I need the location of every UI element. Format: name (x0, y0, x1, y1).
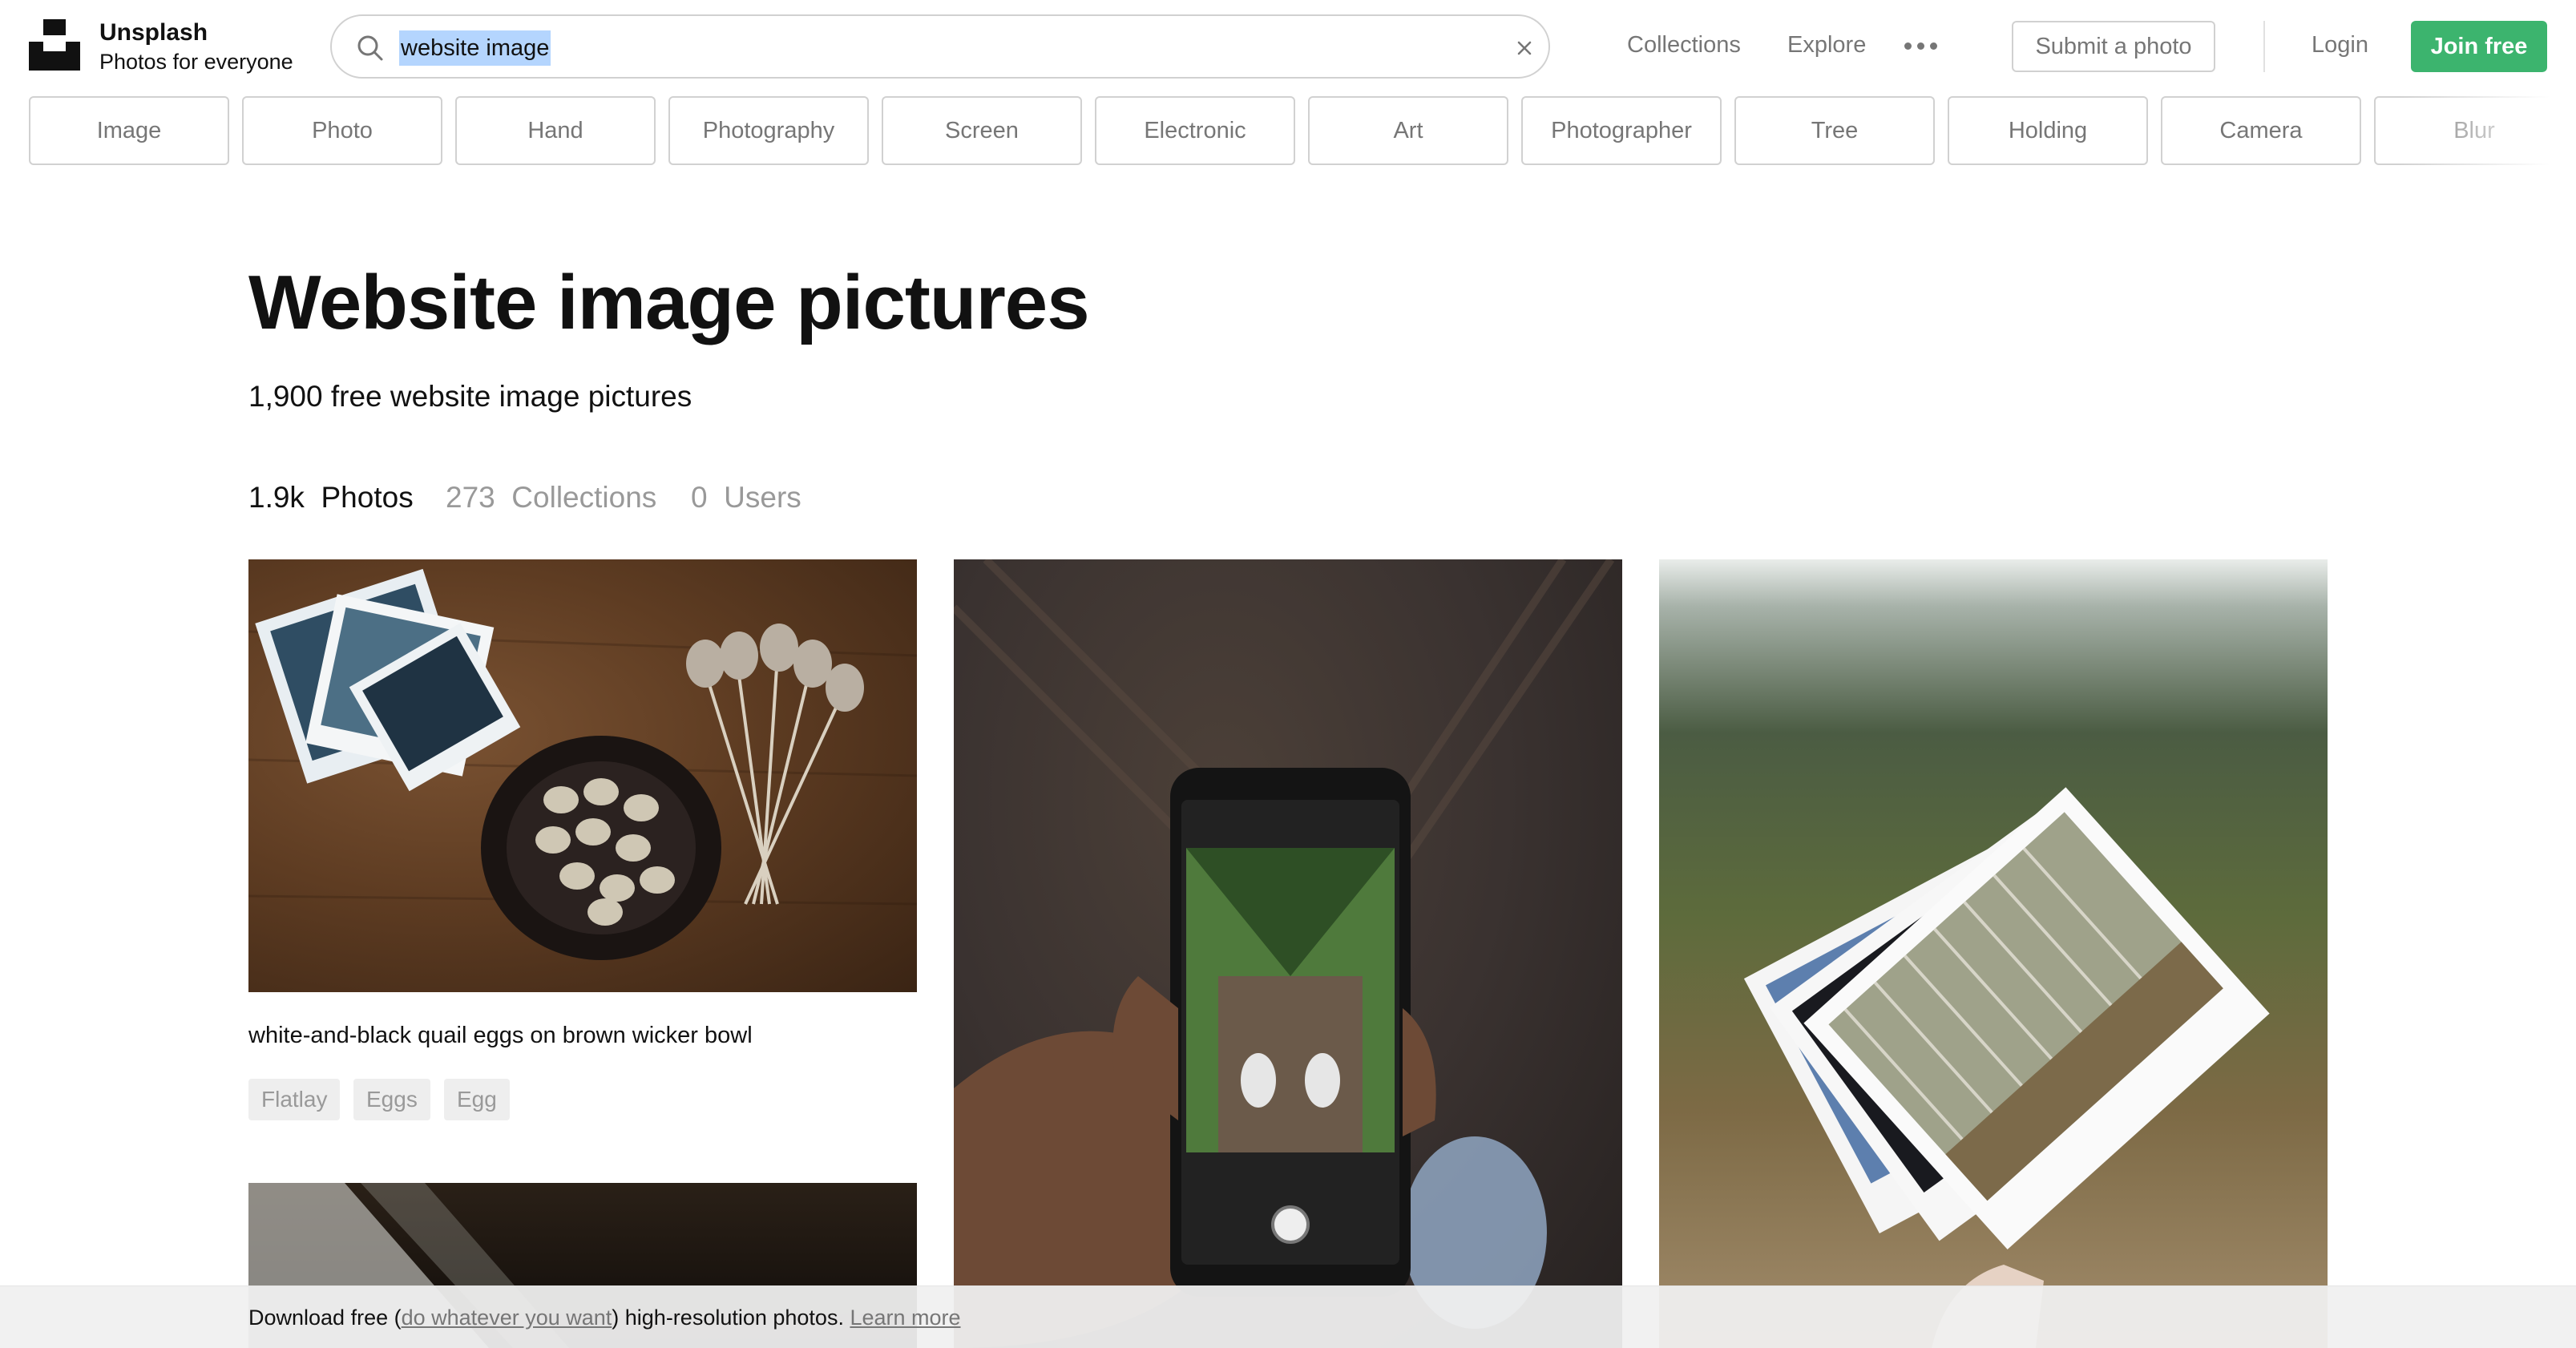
login-link[interactable]: Login (2312, 29, 2368, 61)
tab-users-count: 0 (691, 481, 708, 514)
page-title: Website image pictures (248, 260, 1090, 345)
related-tag[interactable]: Photography (668, 96, 869, 165)
tab-users[interactable]: 0 Users (691, 478, 801, 518)
photo-quail-eggs-image (248, 568, 917, 960)
more-dots-icon[interactable] (1904, 32, 1938, 56)
photo-tag[interactable]: Flatlay (248, 1079, 341, 1120)
banner-prefix: Download free ( (248, 1306, 402, 1330)
photo-tag[interactable]: Eggs (353, 1079, 430, 1120)
tab-users-label: Users (724, 481, 801, 514)
tab-photos-count: 1.9k (248, 481, 305, 514)
search-bar[interactable]: website image (330, 14, 1550, 79)
tab-photos-label: Photos (321, 481, 414, 514)
related-tag[interactable]: Screen (882, 96, 1082, 165)
page-subtitle: 1,900 free website image pictures (248, 380, 692, 413)
tab-collections-count: 273 (446, 481, 495, 514)
brand[interactable]: Unsplash Photos for everyone (99, 18, 293, 75)
search-icon[interactable] (354, 32, 386, 64)
related-tag[interactable]: Photographer (1521, 96, 1722, 165)
related-tag[interactable]: Holding (1948, 96, 2148, 165)
related-tag[interactable]: Tree (1734, 96, 1935, 165)
related-tag[interactable]: Electronic (1095, 96, 1295, 165)
tab-collections-label: Collections (511, 481, 657, 514)
photo-polaroids[interactable] (1659, 559, 2328, 1348)
related-tag[interactable]: Camera (2161, 96, 2361, 165)
banner-text: Download free (do whatever you want) hig… (248, 1302, 961, 1333)
nav-explore-link[interactable]: Explore (1787, 29, 1866, 61)
clear-icon[interactable] (1510, 34, 1539, 63)
photo-caption: white-and-black quail eggs on brown wick… (248, 1023, 753, 1048)
nav-collections-link[interactable]: Collections (1627, 29, 1741, 61)
photo-polaroids-image (1743, 787, 2270, 1348)
related-tag[interactable]: Hand (455, 96, 656, 165)
join-free-button[interactable]: Join free (2411, 21, 2547, 72)
top-navbar: Unsplash Photos for everyone website ima… (0, 0, 2576, 93)
photo-tag[interactable]: Egg (444, 1079, 510, 1120)
photo-phone-in-hand-image (954, 559, 1615, 1348)
photo-phone-in-hand[interactable] (954, 559, 1622, 1348)
brand-tagline: Photos for everyone (99, 50, 293, 74)
download-banner: Download free (do whatever you want) hig… (0, 1285, 2576, 1348)
related-tag[interactable]: Art (1308, 96, 1508, 165)
related-tags-row: Image Photo Hand Photography Screen Elec… (0, 95, 2576, 167)
do-whatever-link[interactable]: do whatever you want (402, 1306, 612, 1330)
unsplash-logo-icon[interactable] (29, 19, 80, 71)
banner-middle: ) high-resolution photos. (612, 1306, 850, 1330)
tab-collections[interactable]: 273 Collections (446, 478, 656, 518)
search-input[interactable]: website image (399, 30, 551, 66)
related-tag[interactable]: Image (29, 96, 229, 165)
brand-name: Unsplash (99, 19, 208, 46)
submit-photo-button[interactable]: Submit a photo (2012, 21, 2215, 72)
learn-more-link[interactable]: Learn more (850, 1306, 960, 1330)
related-tag[interactable]: Blur (2374, 96, 2574, 165)
tab-photos[interactable]: 1.9k Photos (248, 478, 414, 518)
related-tag[interactable]: Photo (242, 96, 442, 165)
header-divider (2263, 21, 2265, 72)
photo-quail-eggs[interactable] (248, 559, 917, 992)
